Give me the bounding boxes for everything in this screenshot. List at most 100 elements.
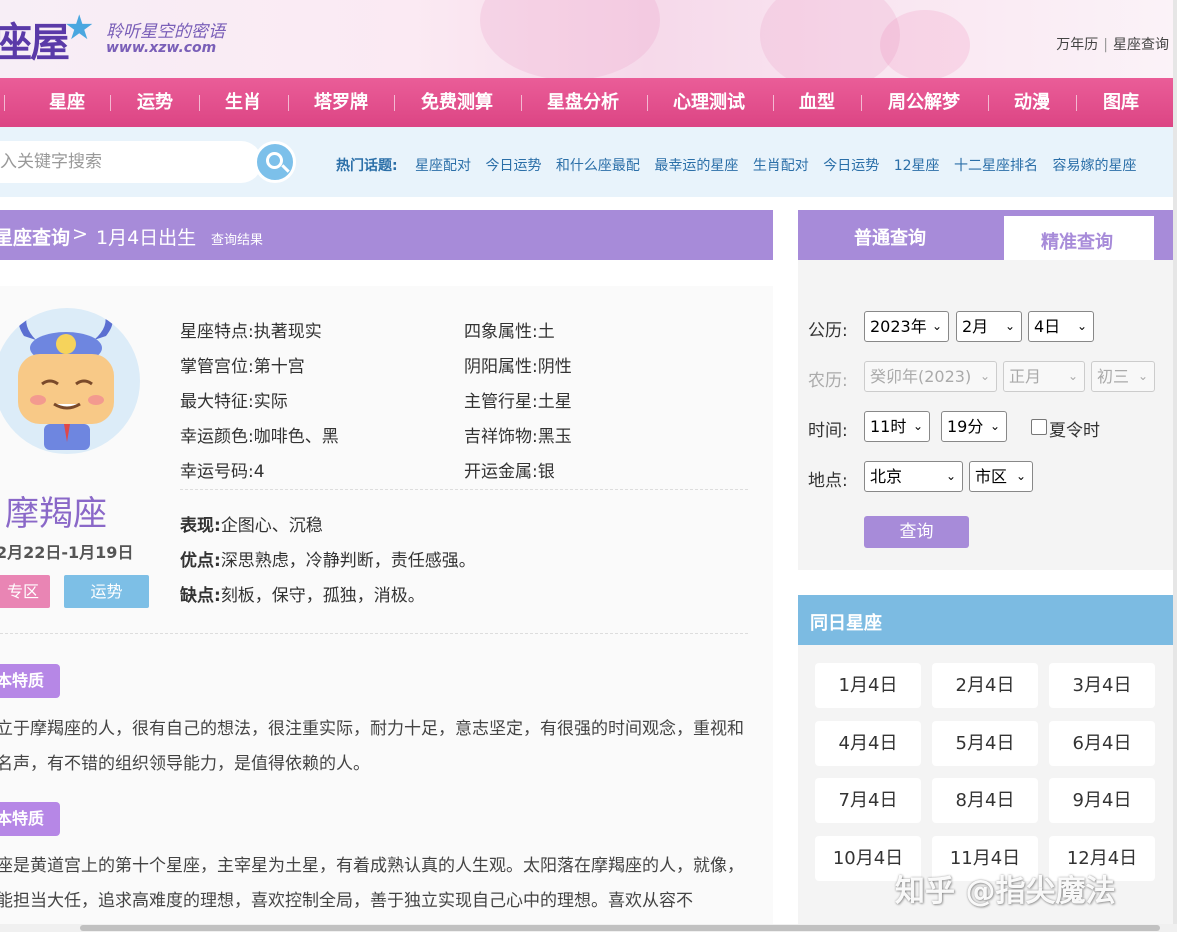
nav-divider (1076, 95, 1077, 111)
sign-luck-button[interactable]: 运势 (64, 575, 149, 608)
capricorn-mascot-image (0, 308, 140, 454)
nav-item-gallery[interactable]: 图库 (1103, 78, 1139, 127)
chevron-down-icon: ⌄ (1067, 369, 1078, 383)
attribute-item: 吉祥饰物:黑玉 (464, 422, 572, 447)
select-value: 2月 (962, 317, 989, 336)
trait-label: 优点: (180, 551, 221, 571)
search-bar: 入关键字搜索 热门话题: 星座配对 今日运势 和什么座最配 最幸运的星座 生肖配… (0, 127, 1173, 197)
city-select[interactable]: 北京 ⌄ (864, 461, 963, 492)
hot-topics-list: 星座配对 今日运势 和什么座最配 最幸运的星座 生肖配对 今日运势 12星座 十… (415, 155, 1146, 175)
same-day-link[interactable]: 9月4日 (1049, 778, 1155, 823)
attribute-label: 幸运颜色: (180, 427, 254, 447)
same-day-link[interactable]: 2月4日 (932, 663, 1038, 708)
hour-select[interactable]: 11时 ⌄ (864, 411, 930, 442)
nav-item-tarot[interactable]: 塔罗牌 (314, 78, 368, 127)
same-day-link[interactable]: 3月4日 (1049, 663, 1155, 708)
same-day-link[interactable]: 7月4日 (815, 778, 921, 823)
nav-divider (521, 95, 522, 111)
nav-divider (773, 95, 774, 111)
trait-value: 刻板，保守，孤独，消极。 (220, 586, 425, 606)
attribute-label: 主管行星: (464, 392, 538, 412)
divider (180, 489, 748, 490)
nav-item-anime[interactable]: 动漫 (1014, 78, 1050, 127)
solar-year-select[interactable]: 2023年 ⌄ (864, 311, 949, 342)
sign-zone-button[interactable]: 专区 (0, 575, 50, 608)
chevron-down-icon: ⌄ (989, 419, 1000, 433)
trait-item: 表现:企图心、沉稳 (180, 511, 323, 536)
trait-item: 优点:深思熟虑，冷静判断，责任感强。 (180, 546, 476, 571)
scrollbar-thumb[interactable] (80, 925, 1160, 931)
hot-link[interactable]: 生肖配对 (753, 158, 809, 174)
select-value: 2023年 (870, 317, 927, 336)
chevron-down-icon: ⌄ (931, 319, 942, 333)
attribute-item: 主管行星:土星 (464, 387, 572, 412)
site-logo[interactable]: 座屋 (0, 10, 70, 68)
tab-precise-query[interactable]: 精准查询 (1004, 216, 1154, 260)
header-decoration (880, 10, 970, 78)
nav-item-psych-test[interactable]: 心理测试 (673, 78, 745, 127)
sign-query-link[interactable]: 星座查询 (1113, 37, 1169, 53)
attribute-value: 银 (537, 462, 555, 482)
attribute-value: 实际 (253, 392, 288, 412)
select-value: 癸卯年(2023) (870, 367, 972, 386)
hot-link[interactable]: 今日运势 (823, 158, 879, 174)
nav-item-blood[interactable]: 血型 (799, 78, 835, 127)
attribute-value: 执著现实 (253, 322, 322, 342)
site-url: www.xzw.com (106, 40, 217, 56)
trait-label: 表现: (180, 516, 221, 536)
select-value: 4日 (1034, 317, 1061, 336)
attribute-item: 掌管宫位:第十宫 (180, 352, 305, 377)
time-label: 时间: (808, 421, 848, 441)
search-button[interactable] (254, 141, 296, 183)
trait-item: 缺点:刻板，保守，孤独，消极。 (180, 581, 425, 606)
nav-item-yunshi[interactable]: 运势 (137, 78, 173, 127)
nav-item-free-calc[interactable]: 免费测算 (421, 78, 493, 127)
attribute-value: 4 (253, 462, 265, 482)
nav-item-shengxiao[interactable]: 生肖 (225, 78, 261, 127)
hot-link[interactable]: 容易嫁的星座 (1052, 158, 1136, 174)
hot-link[interactable]: 12星座 (894, 158, 940, 174)
sign-info-panel: 摩羯座 2月22日-1月19日 专区 运势 星座特点:执著现实 掌管宫位:第十宫… (0, 286, 773, 932)
same-day-link[interactable]: 5月4日 (932, 721, 1038, 766)
section-tag: 本特质 (0, 802, 60, 836)
minute-select[interactable]: 19分 ⌄ (941, 411, 1007, 442)
hot-link[interactable]: 十二星座排名 (954, 158, 1038, 174)
dst-checkbox[interactable] (1031, 419, 1047, 435)
select-value: 19分 (947, 417, 984, 436)
attribute-value: 阴性 (537, 357, 572, 377)
nav-item-xingzuo[interactable]: 星座 (49, 78, 85, 127)
solar-month-select[interactable]: 2月 ⌄ (956, 311, 1022, 342)
attribute-label: 星座特点: (180, 322, 254, 342)
select-value: 11时 (870, 417, 907, 436)
lunar-label: 农历: (808, 371, 848, 391)
nav-item-chart[interactable]: 星盘分析 (547, 78, 619, 127)
breadcrumb-root[interactable]: 星座查询 (0, 223, 70, 250)
vertical-scrollbar[interactable] (1173, 0, 1177, 924)
attribute-item: 最大特征:实际 (180, 387, 288, 412)
same-day-title: 同日星座 (810, 613, 882, 634)
hot-link[interactable]: 星座配对 (415, 158, 471, 174)
search-input[interactable]: 入关键字搜索 (0, 141, 262, 183)
select-value: 正月 (1009, 367, 1042, 386)
same-day-link[interactable]: 4月4日 (815, 721, 921, 766)
horizontal-scrollbar[interactable] (0, 924, 1177, 932)
nav-item-dream[interactable]: 周公解梦 (888, 78, 960, 127)
hot-link[interactable]: 最幸运的星座 (654, 158, 738, 174)
attribute-label: 四象属性: (464, 322, 538, 342)
breadcrumb-current: 1月4日出生 (96, 227, 197, 249)
calendar-link[interactable]: 万年历 (1056, 37, 1098, 53)
same-day-header: 同日星座 (798, 595, 1173, 645)
query-button[interactable]: 查询 (864, 516, 969, 548)
trait-value: 深思熟虑，冷静判断，责任感强。 (220, 551, 476, 571)
hot-link[interactable]: 和什么座最配 (556, 158, 640, 174)
nav-divider (394, 95, 395, 111)
attribute-item: 幸运号码:4 (180, 457, 265, 482)
sign-name: 摩羯座 (5, 494, 107, 534)
solar-day-select[interactable]: 4日 ⌄ (1028, 311, 1094, 342)
hot-link[interactable]: 今日运势 (485, 158, 541, 174)
same-day-link[interactable]: 8月4日 (932, 778, 1038, 823)
district-select[interactable]: 市区 ⌄ (969, 461, 1033, 492)
same-day-link[interactable]: 1月4日 (815, 663, 921, 708)
link-separator: | (1103, 37, 1108, 53)
same-day-link[interactable]: 6月4日 (1049, 721, 1155, 766)
